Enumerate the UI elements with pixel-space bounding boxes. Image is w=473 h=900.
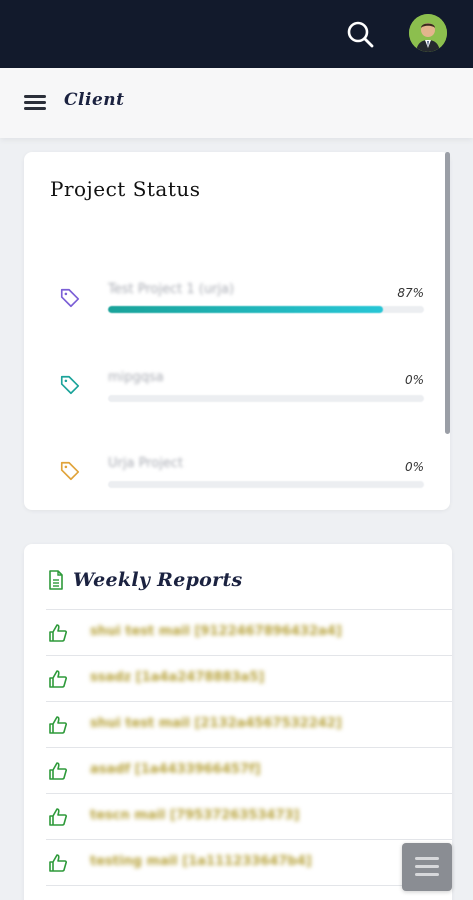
floating-menu-button[interactable] [402, 843, 452, 891]
project-progress-bar [108, 481, 424, 488]
report-list-item[interactable]: ssadz [1a4a2478883a5] [46, 655, 452, 701]
project-percent: 0% [404, 373, 424, 387]
user-avatar[interactable] [409, 14, 447, 52]
project-percent: 0% [404, 460, 424, 474]
project-percent: 87% [397, 286, 424, 300]
thumbs-up-icon [49, 808, 67, 826]
report-list-item[interactable]: asadf [1a4433966457f] [46, 747, 452, 793]
report-title: ssadz [1a4a2478883a5] [90, 670, 265, 685]
project-name: mipgqsa [108, 370, 164, 385]
report-list-item[interactable] [46, 885, 452, 900]
top-nav-bar [0, 0, 473, 68]
card-scrollbar[interactable] [445, 152, 450, 434]
tag-icon [60, 375, 80, 395]
report-list-item[interactable]: tescn mail [7953726353473] [46, 793, 452, 839]
report-title: shui test mail [9122467896432a4] [90, 624, 342, 639]
hamburger-menu-icon[interactable] [22, 92, 48, 116]
project-progress-bar [108, 395, 424, 402]
tag-icon [60, 461, 80, 481]
tag-icon [60, 288, 80, 308]
page-title: Client [64, 90, 125, 110]
project-progress-fill [108, 306, 383, 313]
project-status-title: Project Status [50, 177, 201, 201]
report-title: shui test mail [2132a4567532242] [90, 716, 342, 731]
thumbs-up-icon [49, 624, 67, 642]
report-list-item[interactable]: shui test mail [2132a4567532242] [46, 701, 452, 747]
weekly-reports-title: Weekly Reports [73, 569, 243, 591]
project-name: Test Project 1 (urja) [108, 282, 235, 297]
project-name: Urja Project [108, 456, 184, 471]
project-status-card [24, 152, 450, 510]
thumbs-up-icon [49, 716, 67, 734]
report-title: asadf [1a4433966457f] [90, 762, 261, 777]
report-title: tescn mail [7953726353473] [90, 808, 300, 823]
thumbs-up-icon [49, 762, 67, 780]
report-list-item[interactable]: testing mail [1a111233647b4] [46, 839, 452, 885]
report-title: testing mail [1a111233647b4] [90, 854, 312, 869]
search-icon[interactable] [344, 18, 376, 50]
thumbs-up-icon [49, 854, 67, 872]
report-list-item[interactable]: shui test mail [9122467896432a4] [46, 609, 452, 655]
thumbs-up-icon [49, 670, 67, 688]
document-icon [49, 570, 63, 590]
project-progress-bar [108, 306, 424, 313]
